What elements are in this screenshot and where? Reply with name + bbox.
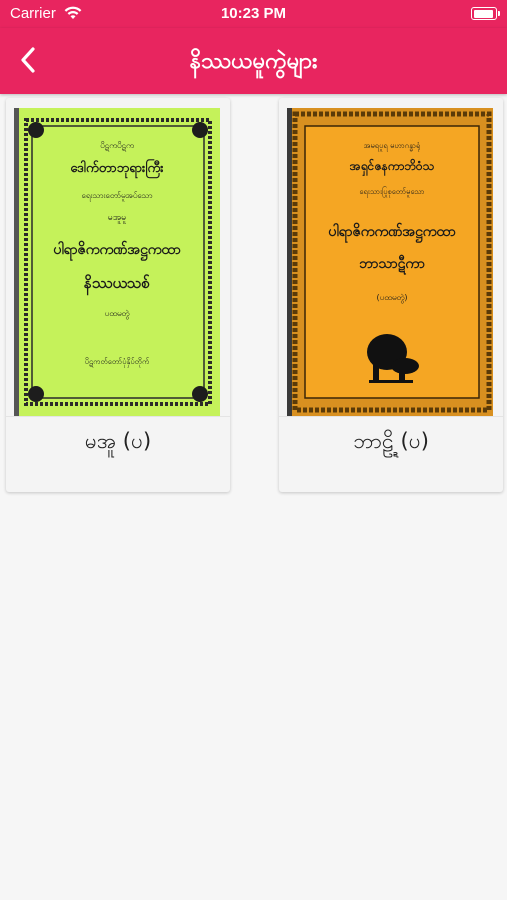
cover-text-line: မအူမူ: [108, 213, 127, 224]
book-card[interactable]: အမရပူရ မဟာဂန္ဓာရုံ အရှင်ဇနကာဘိဝံသ ရေးသား…: [279, 98, 503, 492]
clock-time: 10:23 PM: [220, 5, 287, 22]
book-cover-image: ပိဋကပိဋက ဒေါက်တာဘုရားကြီး ရေးသားတော်မူအပ…: [14, 108, 220, 416]
status-bar: Carrier 10:23 PM: [0, 0, 507, 28]
cover-text-line: အမရပူရ မဟာဂန္ဓာရုံ: [364, 141, 421, 151]
book-card[interactable]: ပိဋကပိဋက ဒေါက်တာဘုရားကြီး ရေးသားတော်မူအပ…: [6, 98, 230, 492]
card-divider: [279, 416, 503, 417]
battery-icon: [471, 7, 500, 20]
card-divider: [6, 416, 230, 417]
navigation-bar: နိဿယမူကွဲများ: [0, 28, 507, 94]
book-cover-image: အမရပူရ မဟာဂန္ဓာရုံ အရှင်ဇနကာဘိဝံသ ရေးသား…: [287, 108, 493, 416]
cover-text-line: ရေးသားပြုစုတော်မူသော: [359, 187, 424, 197]
book-title: မအူ (ပ): [84, 429, 152, 453]
cover-text-line: ပိဋကတ်တော်ပုံနှိပ်တိုက်: [85, 357, 150, 367]
cover-text-line: ဒေါက်တာဘုရားကြီး: [70, 158, 164, 179]
book-title: ဘာဠ္ဍိ (ပ): [353, 429, 429, 453]
page-title: နိဿယမူကွဲများ: [189, 49, 318, 74]
chevron-left-icon[interactable]: [14, 45, 44, 75]
